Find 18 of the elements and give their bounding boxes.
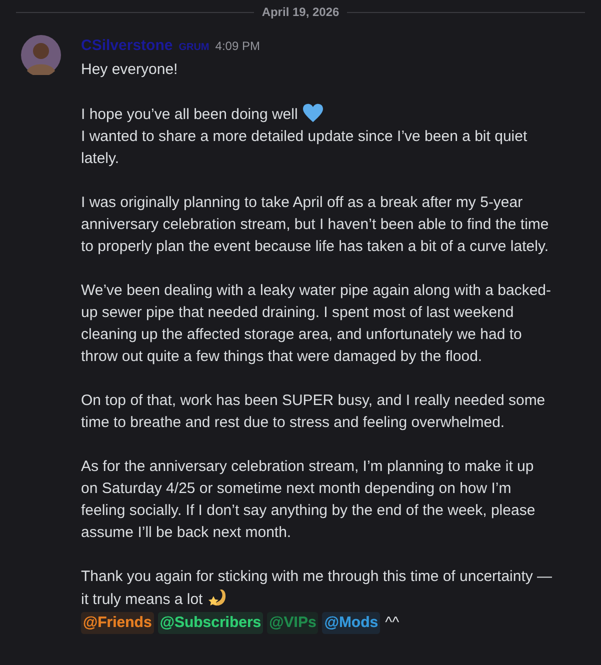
avatar [21, 35, 61, 75]
role-mention[interactable]: @Subscribers [158, 612, 264, 634]
message-text: Hey everyone! [81, 60, 179, 80]
message-text: As for the anniversary celebration stream, I’m planning to make it up on Saturday 4/25 or sometime next month depending on how I’m feeling socially. If I don’t say anything by the end of the week, please assume I’ll be back next month. [81, 456, 536, 542]
message-text: On top of that, work has been SUPER busy, and I really needed some time to breathe and rest due to stress and feeling overwhelmed. [81, 390, 546, 432]
trailing-text: ^^ [385, 612, 400, 632]
heart-icon [302, 102, 324, 122]
message-text: I wanted to share a more detailed update since I’ve been a bit quiet lately. [81, 126, 528, 168]
author-tag: GRUM [178, 40, 210, 55]
role-mention[interactable]: @Mods [322, 612, 380, 634]
message-text: I was originally planning to take April off as a break after my 5-year anniversary celebration stream, but I haven’t been able to find the time to properly plan the event because life has taken a bit of a curve lately. [81, 192, 550, 256]
date-divider: April 19, 2026 [260, 4, 340, 21]
message-text: I hope you’ve all been doing well [81, 102, 553, 126]
message-text: Thank you again for sticking with me through this time of uncertainty —it truly means a lot [81, 566, 553, 610]
message-text: We’ve been dealing with a leaky water pipe again along with a backed-up sewer pipe that needed draining. I spent most of last weekend cleaning up the affected storage area, and unfortunately we had to throw out quite a few things that were damaged by the flood. [81, 280, 552, 366]
role-mention[interactable]: @VIPs [267, 612, 318, 634]
role-mention[interactable]: @Friends [81, 612, 154, 634]
timestamp: 4:09 PM [215, 38, 260, 55]
